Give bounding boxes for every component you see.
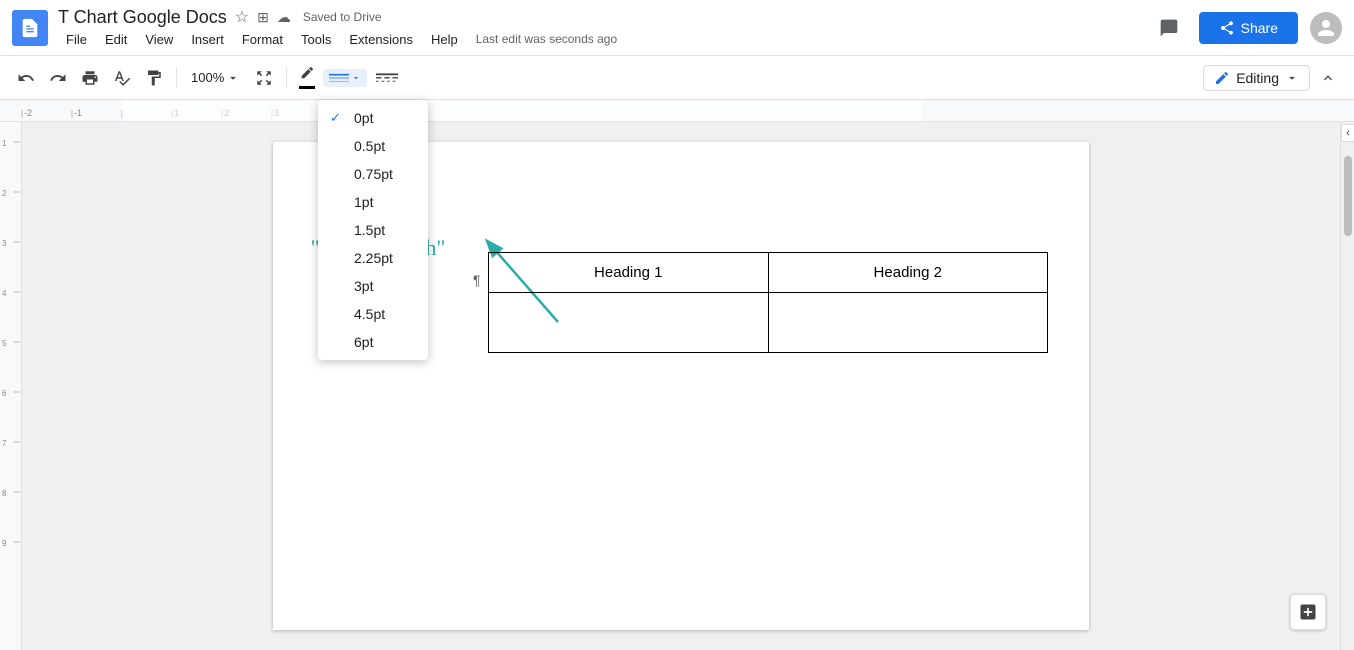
svg-text:8: 8 [2, 489, 7, 498]
border-option-3pt[interactable]: 3pt [318, 272, 428, 300]
horizontal-ruler: -2 -1 1 2 3 [0, 100, 1354, 122]
border-color-button[interactable] [295, 65, 319, 91]
border-option-1.5pt[interactable]: 1.5pt [318, 216, 428, 244]
heading1-cell[interactable]: Heading 1 [489, 253, 769, 293]
editing-mode-button[interactable]: Editing [1203, 65, 1310, 91]
table-body-row [489, 293, 1048, 353]
empty-cell-1[interactable] [489, 293, 769, 353]
folder-icon[interactable]: ⊞ [257, 9, 269, 26]
paragraph-marker: ¶ [473, 272, 481, 288]
border-option-1pt[interactable]: 1pt [318, 188, 428, 216]
zoom-control[interactable]: 100% [185, 68, 246, 87]
print-button[interactable] [76, 64, 104, 92]
t-chart-table[interactable]: Heading 1 Heading 2 [488, 252, 1048, 353]
star-icon[interactable]: ☆ [235, 7, 249, 27]
chat-icon[interactable] [1151, 10, 1187, 46]
title-right: Share [1151, 10, 1342, 46]
svg-text:1: 1 [2, 139, 7, 148]
undo-button[interactable] [12, 64, 40, 92]
toolbar: 100% Editing [0, 56, 1354, 100]
fullscreen-button[interactable] [250, 64, 278, 92]
menu-edit[interactable]: Edit [97, 30, 135, 49]
scroll-thumb[interactable] [1344, 156, 1352, 236]
toolbar-separator-2 [286, 68, 287, 88]
title-info: T Chart Google Docs ☆ ⊞ ☁ Saved to Drive… [58, 7, 1151, 49]
border-color-swatch [299, 86, 315, 89]
border-option-6pt[interactable]: 6pt [318, 328, 428, 356]
border-option-4.5pt[interactable]: 4.5pt [318, 300, 428, 328]
main-layout: 1 2 3 4 5 6 7 8 9 Go to "Border width" a… [0, 122, 1354, 650]
doc-title[interactable]: T Chart Google Docs [58, 7, 227, 28]
last-edit-status: Last edit was seconds ago [468, 30, 625, 49]
svg-text:4: 4 [2, 289, 7, 298]
svg-text:5: 5 [2, 339, 7, 348]
svg-text:9: 9 [2, 539, 7, 548]
toolbar-separator-1 [176, 68, 177, 88]
menu-insert[interactable]: Insert [183, 30, 232, 49]
menu-bar: File Edit View Insert Format Tools Exten… [58, 30, 1151, 49]
border-option-2.25pt[interactable]: 2.25pt [318, 244, 428, 272]
menu-help[interactable]: Help [423, 30, 466, 49]
svg-text:2: 2 [2, 189, 7, 198]
svg-text:-1: -1 [74, 108, 82, 118]
svg-text:7: 7 [2, 439, 7, 448]
editing-label: Editing [1236, 70, 1279, 86]
svg-text:3: 3 [2, 239, 7, 248]
border-width-button[interactable] [323, 69, 367, 87]
border-option-0.5pt[interactable]: 0.5pt [318, 132, 428, 160]
doc-icon [12, 10, 48, 46]
menu-file[interactable]: File [58, 30, 95, 49]
title-bar: T Chart Google Docs ☆ ⊞ ☁ Saved to Drive… [0, 0, 1354, 56]
heading2-cell[interactable]: Heading 2 [768, 253, 1048, 293]
document-area[interactable]: Go to "Border width" and select "0pt" ¶ … [22, 122, 1340, 650]
add-table-button[interactable] [1290, 594, 1326, 630]
zoom-value: 100% [191, 70, 224, 85]
vertical-scrollbar[interactable] [1340, 122, 1354, 650]
share-button[interactable]: Share [1199, 12, 1298, 44]
border-dash-button[interactable] [371, 64, 403, 92]
spellcheck-button[interactable] [108, 64, 136, 92]
share-label: Share [1241, 20, 1278, 36]
doc-title-row: T Chart Google Docs ☆ ⊞ ☁ Saved to Drive [58, 7, 1151, 28]
left-ruler: 1 2 3 4 5 6 7 8 9 [0, 122, 22, 650]
table-header-row: Heading 1 Heading 2 [489, 253, 1048, 293]
avatar[interactable] [1310, 12, 1342, 44]
redo-button[interactable] [44, 64, 72, 92]
cloud-icon: ☁ [277, 9, 291, 26]
menu-view[interactable]: View [137, 30, 181, 49]
expand-panel-button[interactable] [1341, 124, 1354, 142]
svg-text:-2: -2 [24, 108, 32, 118]
border-width-dropdown: 0pt 0.5pt 0.75pt 1pt 1.5pt 2.25pt 3pt 4.… [318, 100, 428, 360]
saved-status: Saved to Drive [303, 10, 382, 24]
empty-cell-2[interactable] [768, 293, 1048, 353]
collapse-toolbar-button[interactable] [1314, 64, 1342, 92]
svg-text:6: 6 [2, 389, 7, 398]
menu-tools[interactable]: Tools [293, 30, 339, 49]
paint-format-button[interactable] [140, 64, 168, 92]
menu-format[interactable]: Format [234, 30, 291, 49]
border-option-0pt[interactable]: 0pt [318, 104, 428, 132]
border-option-0.75pt[interactable]: 0.75pt [318, 160, 428, 188]
menu-extensions[interactable]: Extensions [341, 30, 421, 49]
